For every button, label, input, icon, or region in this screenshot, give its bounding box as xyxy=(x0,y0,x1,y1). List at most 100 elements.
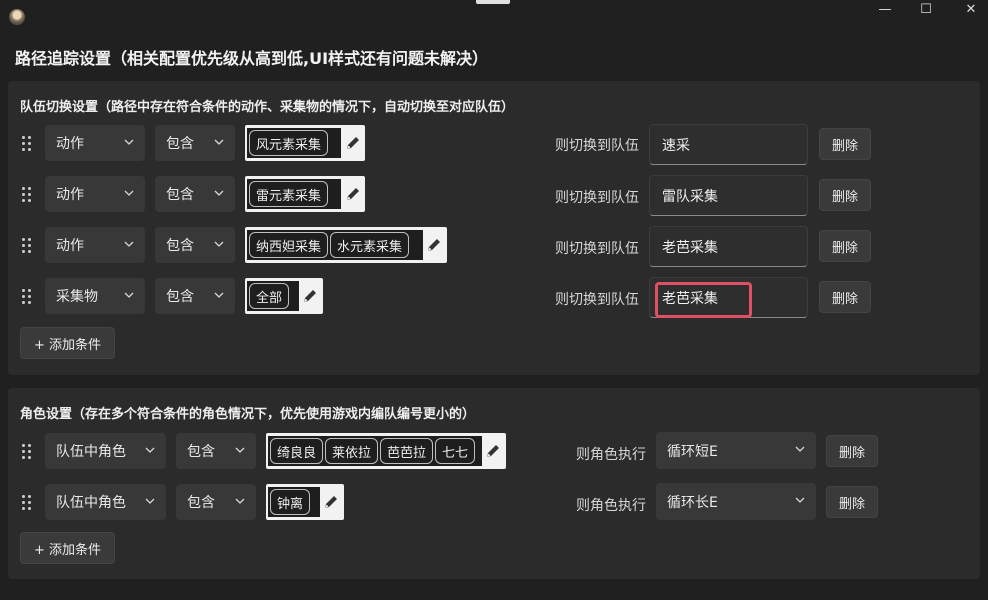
drag-handle-icon[interactable] xyxy=(22,136,32,152)
role-section-title: 角色设置（存在多个符合条件的角色情况下，优先使用游戏内编队编号更小的） xyxy=(20,407,476,422)
operator-select[interactable]: 包含 xyxy=(176,484,256,520)
value-tag[interactable]: 芭芭拉 xyxy=(380,438,434,464)
page-title: 路径追踪设置（相关配置优先级从高到低,UI样式还有问题未解决） xyxy=(15,49,489,68)
delete-button[interactable]: 删除 xyxy=(819,281,871,313)
operator-value: 包含 xyxy=(166,136,194,152)
team-switch-card: 队伍切换设置（路径中存在符合条件的动作、采集物的情况下，自动切换至对应队伍） 动… xyxy=(8,81,980,375)
value-tag[interactable]: 七七 xyxy=(435,438,476,464)
delete-button[interactable]: 删除 xyxy=(819,179,871,211)
chevron-down-icon xyxy=(214,292,224,298)
window-drag-marker xyxy=(476,0,510,4)
highlight-box xyxy=(655,282,752,318)
role-action-value: 循环长E xyxy=(667,494,718,511)
condition-type-select[interactable]: 动作 xyxy=(45,176,145,212)
team-name-input[interactable]: 老芭采集 xyxy=(649,226,808,267)
condition-type-value: 动作 xyxy=(56,136,84,152)
role-action-value: 循环短E xyxy=(667,443,718,460)
tag-list: 雷元素采集 xyxy=(247,179,341,209)
operator-select[interactable]: 包含 xyxy=(155,125,235,161)
pencil-icon[interactable] xyxy=(425,236,443,254)
chevron-down-icon xyxy=(795,497,805,503)
drag-handle-icon[interactable] xyxy=(22,444,32,460)
pencil-icon[interactable] xyxy=(301,287,319,305)
tag-list: 钟离 xyxy=(268,487,320,517)
drag-handle-icon[interactable] xyxy=(22,187,32,203)
team-name-input[interactable]: 雷队采集 xyxy=(649,175,808,216)
operator-value: 包含 xyxy=(187,444,215,460)
condition-type-select[interactable]: 采集物 xyxy=(45,278,145,314)
add-condition-button[interactable]: + 添加条件 xyxy=(20,532,115,564)
operator-value: 包含 xyxy=(166,187,194,203)
switch-to-team-label: 则切换到队伍 xyxy=(555,292,639,308)
chevron-down-icon xyxy=(145,447,155,453)
value-tag[interactable]: 水元素采集 xyxy=(330,232,410,258)
pencil-icon[interactable] xyxy=(344,134,362,152)
operator-select[interactable]: 包含 xyxy=(155,227,235,263)
value-tag[interactable]: 钟离 xyxy=(270,489,311,515)
tag-list: 绮良良 莱依拉 芭芭拉 七七 xyxy=(268,436,482,466)
role-settings-card: 角色设置（存在多个符合条件的角色情况下，优先使用游戏内编队编号更小的） 队伍中角… xyxy=(8,388,980,579)
value-tag[interactable]: 全部 xyxy=(249,283,290,309)
pencil-icon[interactable] xyxy=(484,442,502,460)
chevron-down-icon xyxy=(214,139,224,145)
value-tag-input[interactable]: 纳西妲采集 水元素采集 xyxy=(245,227,447,263)
value-tag-input[interactable]: 风元素采集 xyxy=(245,125,365,161)
condition-type-select[interactable]: 动作 xyxy=(45,227,145,263)
chevron-down-icon xyxy=(124,292,134,298)
switch-to-team-label: 则切换到队伍 xyxy=(555,190,639,206)
pencil-icon[interactable] xyxy=(322,493,340,511)
condition-type-select[interactable]: 队伍中角色 xyxy=(45,484,166,520)
value-tag[interactable]: 纳西妲采集 xyxy=(249,232,329,258)
chevron-down-icon xyxy=(235,447,245,453)
operator-value: 包含 xyxy=(187,495,215,511)
maximize-button[interactable]: ☐ xyxy=(903,0,949,18)
condition-type-select[interactable]: 动作 xyxy=(45,125,145,161)
role-action-select[interactable]: 循环短E xyxy=(656,432,816,469)
switch-to-team-label: 则切换到队伍 xyxy=(555,241,639,257)
chevron-down-icon xyxy=(124,139,134,145)
add-condition-button[interactable]: + 添加条件 xyxy=(20,327,115,359)
delete-button[interactable]: 删除 xyxy=(826,435,878,467)
close-button[interactable]: ✕ xyxy=(948,0,988,18)
role-execute-label: 则角色执行 xyxy=(576,447,646,463)
tag-list: 全部 xyxy=(247,281,299,311)
switch-to-team-label: 则切换到队伍 xyxy=(555,138,639,154)
chevron-down-icon xyxy=(795,446,805,452)
condition-type-value: 动作 xyxy=(56,238,84,254)
value-tag[interactable]: 莱依拉 xyxy=(325,438,379,464)
delete-button[interactable]: 删除 xyxy=(819,230,871,262)
drag-handle-icon[interactable] xyxy=(22,289,32,305)
value-tag-input[interactable]: 钟离 xyxy=(266,484,344,520)
operator-select[interactable]: 包含 xyxy=(176,433,256,469)
condition-type-select[interactable]: 队伍中角色 xyxy=(45,433,166,469)
chevron-down-icon xyxy=(235,498,245,504)
title-bar: — ☐ ✕ xyxy=(0,0,988,34)
value-tag[interactable]: 绮良良 xyxy=(270,438,324,464)
chevron-down-icon xyxy=(214,241,224,247)
condition-type-value: 队伍中角色 xyxy=(56,495,126,511)
operator-select[interactable]: 包含 xyxy=(155,278,235,314)
chevron-down-icon xyxy=(124,241,134,247)
team-section-title: 队伍切换设置（路径中存在符合条件的动作、采集物的情况下，自动切换至对应队伍） xyxy=(20,100,515,115)
operator-select[interactable]: 包含 xyxy=(155,176,235,212)
pencil-icon[interactable] xyxy=(344,185,362,203)
value-tag-input[interactable]: 绮良良 莱依拉 芭芭拉 七七 xyxy=(266,433,506,469)
drag-handle-icon[interactable] xyxy=(22,238,32,254)
drag-handle-icon[interactable] xyxy=(22,495,32,511)
value-tag-input[interactable]: 全部 xyxy=(245,278,323,314)
role-action-select[interactable]: 循环长E xyxy=(656,483,816,520)
team-name-input[interactable]: 速采 xyxy=(649,124,808,165)
tag-list: 风元素采集 xyxy=(247,128,341,158)
value-tag-input[interactable]: 雷元素采集 xyxy=(245,176,365,212)
value-tag[interactable]: 雷元素采集 xyxy=(249,181,329,207)
condition-type-value: 队伍中角色 xyxy=(56,444,126,460)
minimize-button[interactable]: — xyxy=(862,0,908,18)
value-tag[interactable]: 风元素采集 xyxy=(249,130,329,156)
condition-type-value: 采集物 xyxy=(56,289,98,305)
delete-button[interactable]: 删除 xyxy=(819,128,871,160)
tag-list: 纳西妲采集 水元素采集 xyxy=(247,230,423,260)
condition-type-value: 动作 xyxy=(56,187,84,203)
delete-button[interactable]: 删除 xyxy=(826,486,878,518)
role-execute-label: 则角色执行 xyxy=(576,498,646,514)
chevron-down-icon xyxy=(145,498,155,504)
